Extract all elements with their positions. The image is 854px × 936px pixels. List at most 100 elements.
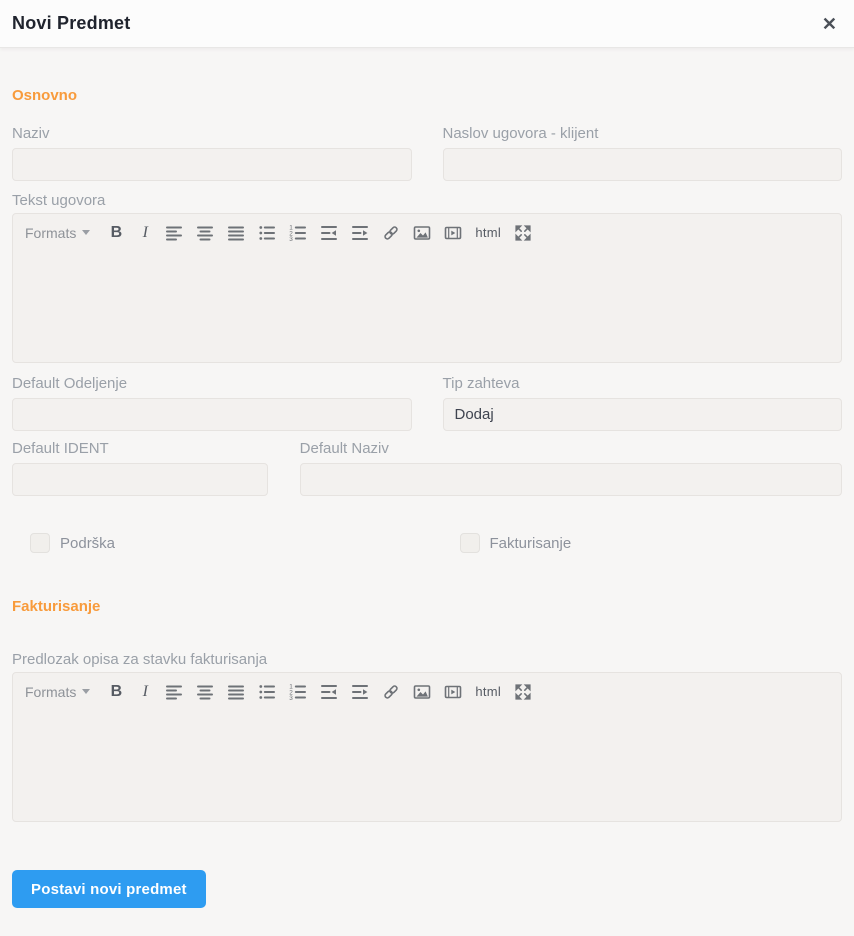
predlozak-opisa-editor: Formats B I html: [12, 672, 842, 822]
podrska-label: Podrška: [60, 534, 116, 552]
insert-media-button[interactable]: [444, 683, 462, 701]
tip-zahteva-select[interactable]: Dodaj: [442, 398, 842, 431]
row-naziv-naslov: Naziv Naslov ugovora - klijent: [12, 125, 842, 181]
editor-toolbar: Formats B I html: [13, 673, 841, 705]
bullet-list-button[interactable]: [258, 224, 276, 242]
bullet-list-icon: [258, 683, 276, 700]
row-ident-naziv: Default IDENT Default Naziv: [12, 440, 842, 496]
link-button[interactable]: [382, 224, 400, 242]
default-ident-input[interactable]: [12, 463, 268, 496]
image-icon: [414, 684, 431, 699]
fakturisanje-checkbox[interactable]: [459, 533, 480, 553]
fakturisanje-label: Fakturisanje: [489, 534, 572, 552]
naziv-input[interactable]: [12, 148, 412, 181]
tekst-ugovora-label: Tekst ugovora: [12, 192, 106, 209]
field-naziv: Naziv: [12, 125, 412, 181]
field-fakturisanje: Fakturisanje: [443, 533, 843, 553]
formats-dropdown[interactable]: Formats: [25, 224, 91, 241]
numbered-list-icon: [289, 682, 307, 701]
default-ident-label: Default IDENT: [12, 440, 109, 457]
media-icon: [445, 226, 462, 239]
bullet-list-icon: [258, 224, 276, 241]
indent-button[interactable]: [351, 224, 369, 242]
align-left-button[interactable]: [165, 224, 183, 242]
insert-media-button[interactable]: [444, 224, 462, 242]
align-left-button[interactable]: [165, 683, 183, 701]
field-podrska: Podrška: [12, 533, 412, 553]
link-button[interactable]: [382, 683, 400, 701]
default-odeljenje-input[interactable]: [12, 398, 412, 431]
insert-image-button[interactable]: [413, 224, 431, 242]
default-naziv-label: Default Naziv: [299, 440, 389, 457]
formats-dropdown[interactable]: Formats: [25, 683, 91, 700]
tip-zahteva-value: Dodaj: [454, 406, 494, 423]
fullscreen-icon: [515, 224, 531, 241]
outdent-button[interactable]: [320, 224, 338, 242]
naziv-label: Naziv: [12, 125, 50, 142]
section-heading-fakturisanje: Fakturisanje: [12, 598, 101, 615]
fullscreen-button[interactable]: [514, 683, 532, 701]
modal-title: Novi Predmet: [12, 13, 131, 33]
align-left-icon: [166, 685, 183, 699]
align-justify-icon: [228, 226, 245, 240]
indent-button[interactable]: [351, 683, 369, 701]
outdent-button[interactable]: [320, 683, 338, 701]
field-naslov-ugovora: Naslov ugovora - klijent: [442, 125, 842, 181]
align-justify-button[interactable]: [227, 224, 245, 242]
indent-icon: [352, 225, 369, 240]
image-icon: [414, 225, 431, 240]
align-center-button[interactable]: [196, 224, 214, 242]
numbered-list-button[interactable]: [289, 682, 307, 701]
align-center-button[interactable]: [196, 683, 214, 701]
bold-button[interactable]: B: [107, 683, 125, 701]
align-left-icon: [166, 226, 183, 240]
fullscreen-icon: [515, 683, 531, 700]
chevron-down-icon: [82, 230, 91, 235]
link-icon: [383, 224, 400, 241]
outdent-icon: [321, 684, 338, 699]
italic-button[interactable]: I: [138, 224, 152, 242]
align-justify-button[interactable]: [227, 683, 245, 701]
field-default-ident: Default IDENT: [12, 440, 268, 496]
bold-button[interactable]: B: [107, 224, 125, 242]
close-icon[interactable]: ✕: [822, 15, 837, 33]
naslov-ugovora-input[interactable]: [442, 148, 842, 181]
modal-header: Novi Predmet ✕: [0, 0, 854, 48]
align-center-icon: [197, 226, 214, 240]
row-odeljenje-tip: Default Odeljenje Tip zahteva Dodaj: [12, 375, 842, 431]
tekst-ugovora-editor: Formats B I html: [12, 213, 842, 363]
field-default-odeljenje: Default Odeljenje: [12, 375, 412, 431]
tekst-ugovora-content[interactable]: [13, 246, 841, 362]
italic-button[interactable]: I: [138, 683, 152, 701]
fullscreen-button[interactable]: [514, 224, 532, 242]
insert-image-button[interactable]: [413, 683, 431, 701]
html-source-button[interactable]: html: [475, 225, 501, 240]
align-center-icon: [197, 685, 214, 699]
outdent-icon: [321, 225, 338, 240]
submit-new-case-button[interactable]: Postavi novi predmet: [12, 870, 206, 908]
predlozak-opisa-label: Predlozak opisa za stavku fakturisanja: [12, 651, 268, 668]
naslov-ugovora-label: Naslov ugovora - klijent: [442, 125, 599, 142]
chevron-down-icon: [82, 689, 91, 694]
formats-label: Formats: [25, 683, 77, 700]
row-checkboxes: Podrška Fakturisanje: [12, 533, 842, 553]
modal-body: Osnovno Naziv Naslov ugovora - klijent T…: [0, 87, 854, 908]
formats-label: Formats: [25, 224, 77, 241]
section-heading-osnovno: Osnovno: [12, 87, 78, 104]
editor-toolbar: Formats B I html: [13, 214, 841, 246]
field-tip-zahteva: Tip zahteva Dodaj: [442, 375, 842, 431]
field-default-naziv: Default Naziv: [299, 440, 842, 496]
podrska-checkbox[interactable]: [30, 533, 50, 553]
new-case-modal: Novi Predmet ✕ Osnovno Naziv Naslov ugov…: [0, 0, 854, 908]
default-naziv-input[interactable]: [299, 463, 842, 496]
default-odeljenje-label: Default Odeljenje: [12, 375, 128, 392]
link-icon: [383, 683, 400, 700]
bullet-list-button[interactable]: [258, 683, 276, 701]
tip-zahteva-label: Tip zahteva: [442, 375, 520, 392]
html-source-button[interactable]: html: [475, 684, 501, 699]
indent-icon: [352, 684, 369, 699]
numbered-list-icon: [289, 223, 307, 242]
predlozak-opisa-content[interactable]: [13, 705, 841, 821]
align-justify-icon: [228, 685, 245, 699]
numbered-list-button[interactable]: [289, 223, 307, 242]
